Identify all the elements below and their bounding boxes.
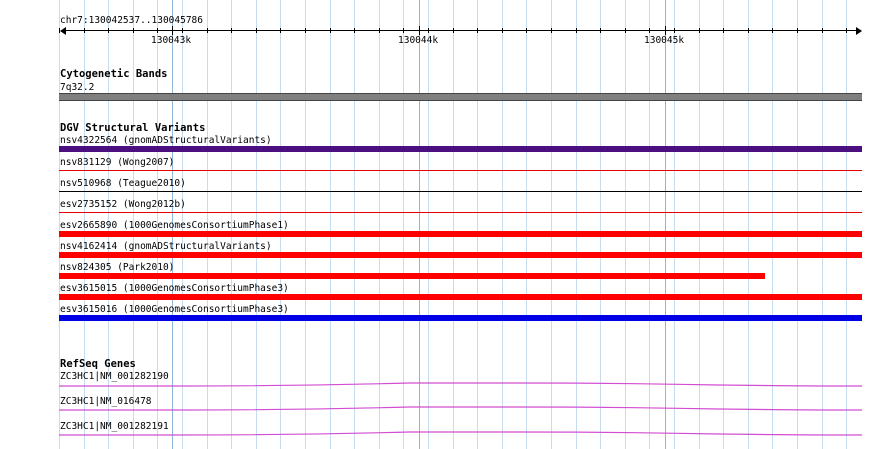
ruler-minor-tick — [84, 28, 85, 33]
gene-model[interactable] — [59, 380, 863, 392]
ruler-minor-tick — [182, 28, 183, 33]
track-title-dgv[interactable]: DGV Structural Variants — [60, 123, 205, 134]
variant-label: nsv4162414 (gnomADStructuralVariants) — [60, 241, 272, 252]
ruler-minor-tick — [846, 28, 847, 33]
ruler-minor-tick — [625, 28, 626, 33]
variant-feature[interactable] — [59, 315, 862, 321]
ruler-minor-tick — [674, 28, 675, 33]
variant-label: esv3615015 (1000GenomesConsortiumPhase3) — [60, 283, 289, 294]
variant-label: esv2665890 (1000GenomesConsortiumPhase1) — [60, 220, 289, 231]
ruler-minor-tick — [280, 28, 281, 33]
ruler-major-tick — [419, 26, 420, 35]
ruler-minor-tick — [256, 28, 257, 33]
ruler-minor-tick — [379, 28, 380, 33]
ruler-minor-tick — [157, 28, 158, 33]
locus-label: chr7:130042537..130045786 — [60, 15, 203, 26]
variant-label: esv3615016 (1000GenomesConsortiumPhase3) — [60, 304, 289, 315]
ruler-minor-tick — [133, 28, 134, 33]
variant-feature[interactable] — [59, 252, 862, 258]
gene-model[interactable] — [59, 429, 863, 441]
variant-label: esv2735152 (Wong2012b) — [60, 199, 186, 210]
ruler-minor-tick — [797, 28, 798, 33]
ruler-minor-tick — [576, 28, 577, 33]
ruler-minor-tick — [403, 28, 404, 33]
ruler-minor-tick — [699, 28, 700, 33]
ruler-minor-tick — [231, 28, 232, 33]
variant-feature[interactable] — [59, 294, 862, 300]
ruler-minor-tick — [453, 28, 454, 33]
ruler-minor-tick — [108, 28, 109, 33]
ruler-minor-tick — [551, 28, 552, 33]
gene-model[interactable] — [59, 404, 863, 416]
ruler-minor-tick — [428, 28, 429, 33]
ruler-minor-tick — [822, 28, 823, 33]
track-title-refseq[interactable]: RefSeq Genes — [60, 359, 136, 370]
variant-feature[interactable] — [59, 273, 765, 279]
variant-feature[interactable] — [59, 212, 862, 213]
tick-label-130043k: 130043k — [151, 35, 192, 46]
ruler-minor-tick — [354, 28, 355, 33]
ruler-minor-tick — [330, 28, 331, 33]
ruler-minor-tick — [649, 28, 650, 33]
ruler-minor-tick — [748, 28, 749, 33]
variant-label: nsv510968 (Teague2010) — [60, 178, 186, 189]
ruler-minor-tick — [723, 28, 724, 33]
variant-feature[interactable] — [59, 146, 862, 152]
variant-label: nsv4322564 (gnomADStructuralVariants) — [60, 135, 272, 146]
ruler-minor-tick — [477, 28, 478, 33]
ruler-minor-tick — [502, 28, 503, 33]
ruler-major-tick — [172, 26, 173, 35]
ruler-minor-tick — [59, 28, 60, 33]
ruler-minor-tick — [600, 28, 601, 33]
ruler-minor-tick — [772, 28, 773, 33]
variant-label: nsv824305 (Park2010) — [60, 262, 175, 273]
cytoband-label: 7q32.2 — [60, 82, 95, 93]
variant-feature[interactable] — [59, 191, 862, 192]
track-title-cytoband[interactable]: Cytogenetic Bands — [60, 69, 167, 80]
ruler-major-tick — [665, 26, 666, 35]
variant-feature[interactable] — [59, 231, 862, 237]
ruler-minor-tick — [526, 28, 527, 33]
ruler-minor-tick — [207, 28, 208, 33]
tick-label-130044k: 130044k — [398, 35, 439, 46]
tick-label-130045k: 130045k — [644, 35, 685, 46]
genome-browser-canvas[interactable]: chr7:130042537..130045786 130043k 130044… — [0, 0, 890, 449]
variant-label: nsv831129 (Wong2007) — [60, 157, 175, 168]
cytoband-bar[interactable] — [59, 93, 862, 101]
ruler-line — [61, 30, 861, 31]
ruler-right-arrow-icon — [856, 27, 862, 35]
ruler-left-arrow-icon — [60, 27, 66, 35]
ruler-minor-tick — [305, 28, 306, 33]
variant-feature[interactable] — [59, 170, 862, 171]
